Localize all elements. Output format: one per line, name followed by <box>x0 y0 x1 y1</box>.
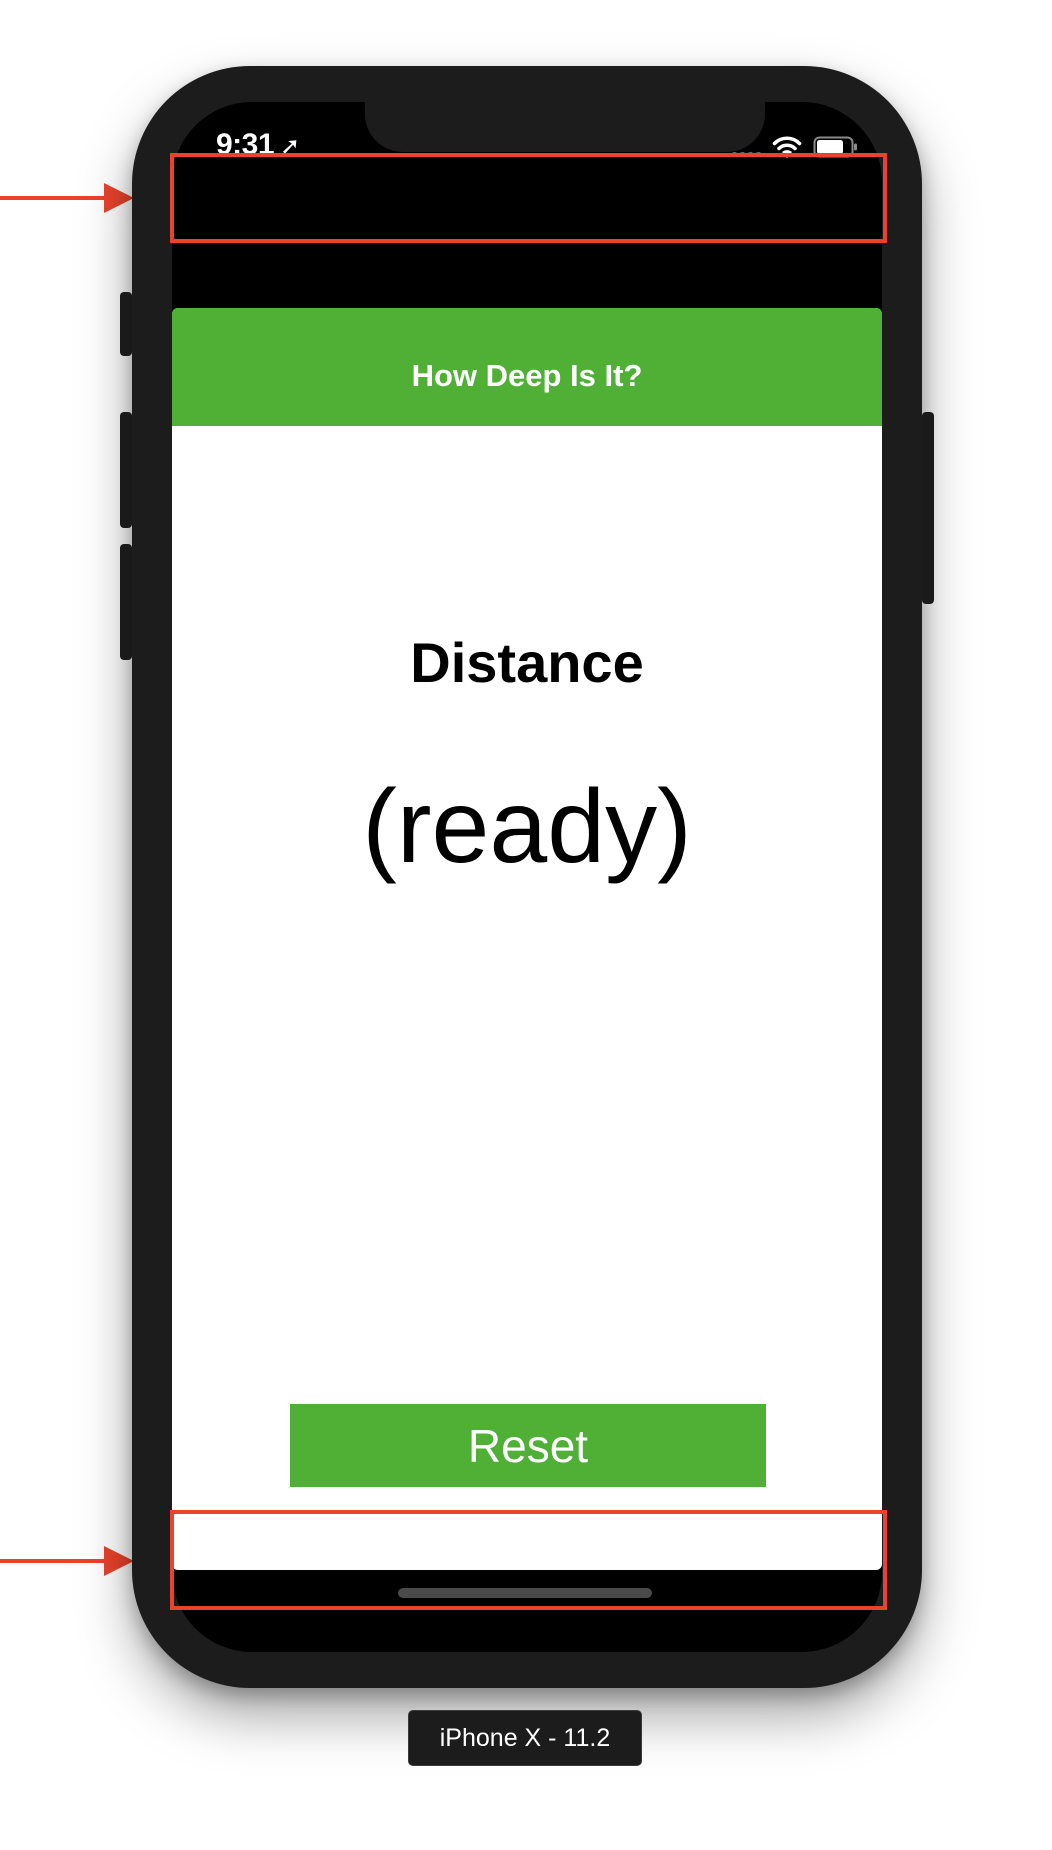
nav-title: How Deep Is It? <box>411 358 643 393</box>
volume-down-button <box>120 544 132 660</box>
arrow-head <box>104 183 134 213</box>
notch <box>365 102 765 152</box>
reset-button[interactable]: Reset <box>290 1404 766 1487</box>
annotation-arrow-top <box>0 181 136 215</box>
distance-value: (ready) <box>362 769 692 885</box>
power-button <box>922 412 934 604</box>
silent-switch <box>120 292 132 356</box>
navigation-bar: How Deep Is It? <box>172 308 882 426</box>
device-name-label: iPhone X - 11.2 <box>408 1710 642 1766</box>
distance-label: Distance <box>410 631 644 694</box>
arrow-shaft <box>0 196 108 200</box>
device-screen: 9:31➚ How Deep Is It? Distance (ready) <box>172 102 882 1652</box>
app-content: How Deep Is It? Distance (ready) Reset <box>172 308 882 1570</box>
annotation-arrow-bottom <box>0 1544 136 1578</box>
bottom-safe-area-highlight <box>170 1510 887 1610</box>
arrow-shaft <box>0 1559 108 1563</box>
arrow-head <box>104 1546 134 1576</box>
volume-up-button <box>120 412 132 528</box>
top-safe-area-highlight <box>170 153 887 243</box>
iphone-device-frame: 9:31➚ How Deep Is It? Distance (ready) <box>120 66 934 1688</box>
